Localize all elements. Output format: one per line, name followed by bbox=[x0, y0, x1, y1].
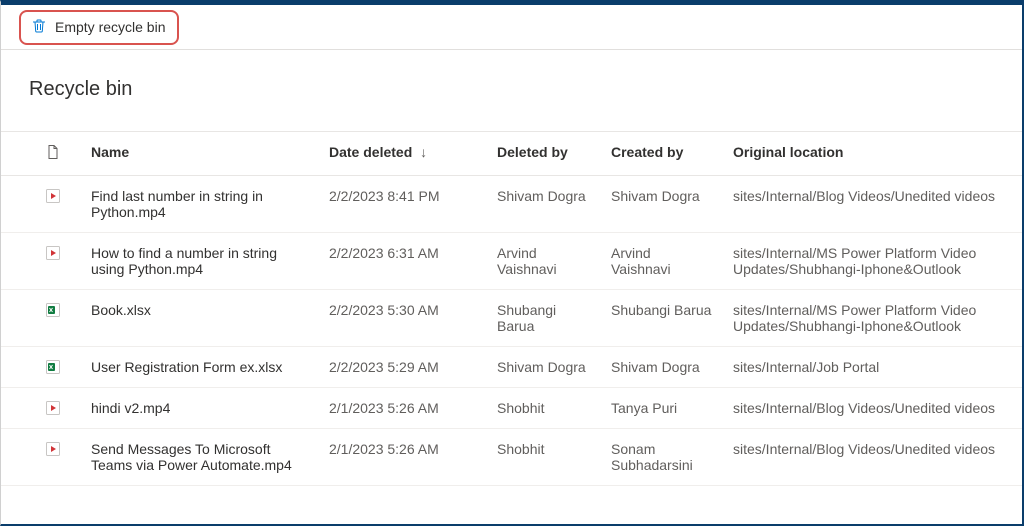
row-date-deleted: 2/2/2023 8:41 PM bbox=[319, 176, 487, 233]
row-type-icon bbox=[35, 347, 81, 388]
row-select-cell[interactable] bbox=[1, 233, 35, 290]
row-created-by: Tanya Puri bbox=[601, 388, 723, 429]
row-created-by: Shivam Dogra bbox=[601, 347, 723, 388]
row-deleted-by: Shivam Dogra bbox=[487, 347, 601, 388]
row-created-by: Shubangi Barua bbox=[601, 290, 723, 347]
row-deleted-by: Shobhit bbox=[487, 429, 601, 486]
row-name[interactable]: Book.xlsx bbox=[81, 290, 319, 347]
table-row[interactable]: hindi v2.mp42/1/2023 5:26 AMShobhitTanya… bbox=[1, 388, 1022, 429]
row-original-location: sites/Internal/Blog Videos/Unedited vide… bbox=[723, 176, 1022, 233]
row-date-deleted: 2/1/2023 5:26 AM bbox=[319, 429, 487, 486]
row-select-cell[interactable] bbox=[1, 347, 35, 388]
row-type-icon bbox=[35, 388, 81, 429]
row-select-cell[interactable] bbox=[1, 388, 35, 429]
column-date-deleted[interactable]: Date deleted ↓ bbox=[319, 132, 487, 176]
row-deleted-by: Shivam Dogra bbox=[487, 176, 601, 233]
column-created-by[interactable]: Created by bbox=[601, 132, 723, 176]
row-original-location: sites/Internal/MS Power Platform Video U… bbox=[723, 290, 1022, 347]
row-select-cell[interactable] bbox=[1, 176, 35, 233]
column-deleted-by[interactable]: Deleted by bbox=[487, 132, 601, 176]
table-row[interactable]: Book.xlsx2/2/2023 5:30 AMShubangi BaruaS… bbox=[1, 290, 1022, 347]
row-created-by: Arvind Vaishnavi bbox=[601, 233, 723, 290]
table-row[interactable]: User Registration Form ex.xlsx2/2/2023 5… bbox=[1, 347, 1022, 388]
page-title: Recycle bin bbox=[29, 78, 1022, 101]
row-original-location: sites/Internal/Blog Videos/Unedited vide… bbox=[723, 388, 1022, 429]
table-row[interactable]: Find last number in string in Python.mp4… bbox=[1, 176, 1022, 233]
row-type-icon bbox=[35, 290, 81, 347]
trash-icon bbox=[31, 18, 47, 37]
column-name[interactable]: Name bbox=[81, 132, 319, 176]
table-header-row: Name Date deleted ↓ Deleted by Created b… bbox=[1, 132, 1022, 176]
toolbar: Empty recycle bin bbox=[1, 2, 1022, 50]
column-type[interactable] bbox=[35, 132, 81, 176]
row-original-location: sites/Internal/Job Portal bbox=[723, 347, 1022, 388]
row-original-location: sites/Internal/MS Power Platform Video U… bbox=[723, 233, 1022, 290]
empty-recycle-bin-button[interactable]: Empty recycle bin bbox=[19, 10, 179, 45]
row-name[interactable]: Send Messages To Microsoft Teams via Pow… bbox=[81, 429, 319, 486]
row-date-deleted: 2/2/2023 5:29 AM bbox=[319, 347, 487, 388]
row-type-icon bbox=[35, 176, 81, 233]
row-name[interactable]: hindi v2.mp4 bbox=[81, 388, 319, 429]
row-type-icon bbox=[35, 233, 81, 290]
row-created-by: Sonam Subhadarsini bbox=[601, 429, 723, 486]
row-created-by: Shivam Dogra bbox=[601, 176, 723, 233]
row-deleted-by: Shubangi Barua bbox=[487, 290, 601, 347]
table-row[interactable]: How to find a number in string using Pyt… bbox=[1, 233, 1022, 290]
row-name[interactable]: How to find a number in string using Pyt… bbox=[81, 233, 319, 290]
row-select-cell[interactable] bbox=[1, 290, 35, 347]
sort-descending-icon: ↓ bbox=[416, 144, 427, 160]
row-date-deleted: 2/2/2023 6:31 AM bbox=[319, 233, 487, 290]
row-date-deleted: 2/1/2023 5:26 AM bbox=[319, 388, 487, 429]
file-icon bbox=[45, 147, 61, 163]
table-row[interactable]: Send Messages To Microsoft Teams via Pow… bbox=[1, 429, 1022, 486]
row-original-location: sites/Internal/Blog Videos/Unedited vide… bbox=[723, 429, 1022, 486]
row-date-deleted: 2/2/2023 5:30 AM bbox=[319, 290, 487, 347]
column-original-location[interactable]: Original location bbox=[723, 132, 1022, 176]
row-type-icon bbox=[35, 429, 81, 486]
row-deleted-by: Shobhit bbox=[487, 388, 601, 429]
recycle-bin-table: Name Date deleted ↓ Deleted by Created b… bbox=[1, 131, 1022, 486]
row-deleted-by: Arvind Vaishnavi bbox=[487, 233, 601, 290]
empty-recycle-bin-label: Empty recycle bin bbox=[55, 19, 165, 35]
row-name[interactable]: Find last number in string in Python.mp4 bbox=[81, 176, 319, 233]
column-select bbox=[1, 132, 35, 176]
row-name[interactable]: User Registration Form ex.xlsx bbox=[81, 347, 319, 388]
row-select-cell[interactable] bbox=[1, 429, 35, 486]
